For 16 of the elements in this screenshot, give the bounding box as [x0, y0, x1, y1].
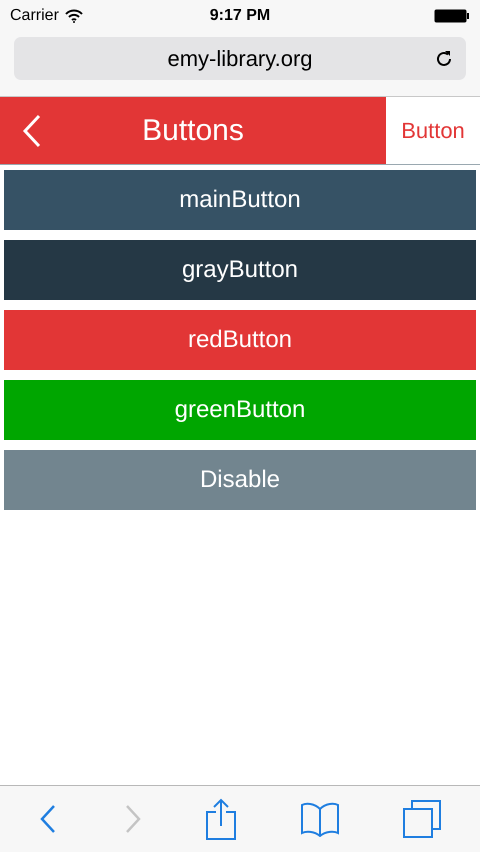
tabs-icon[interactable] [402, 800, 441, 838]
battery-icon [434, 9, 470, 23]
share-icon[interactable] [204, 798, 237, 840]
page-title: Buttons [142, 113, 244, 149]
back-icon[interactable] [22, 114, 42, 148]
reload-icon[interactable] [434, 48, 454, 68]
book-icon[interactable] [300, 801, 340, 837]
address-bar[interactable]: emy-library.org [14, 37, 466, 80]
url-text: emy-library.org [167, 45, 313, 73]
demo-button[interactable]: grayButton [4, 240, 476, 300]
demo-button[interactable]: redButton [4, 310, 476, 370]
carrier-label: Carrier [10, 6, 59, 26]
demo-button[interactable]: greenButton [4, 380, 476, 440]
demo-button[interactable]: mainButton [4, 170, 476, 230]
wifi-icon [64, 9, 83, 23]
time-label: 9:17 PM [210, 6, 270, 26]
